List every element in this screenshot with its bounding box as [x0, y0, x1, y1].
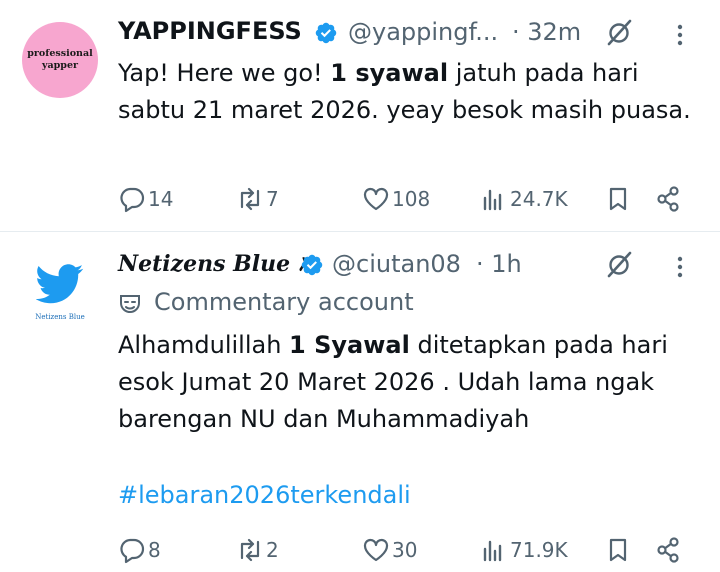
tweet-yappingfess[interactable]: professional yapper YAPPINGFESS @yapping… [0, 0, 720, 232]
reply-button[interactable]: 8 [118, 533, 161, 567]
commentary-label-icon [120, 295, 140, 314]
like-count: 30 [392, 538, 418, 562]
tweet-text: Yap! Here we go! 1 syawal jatuh pada har… [118, 55, 698, 129]
tweet-header: YAPPINGFESS @yappingf... · 32m [118, 13, 720, 53]
bookmark-icon [609, 187, 627, 211]
like-icon [363, 538, 389, 562]
handle[interactable]: @ciutan08 [332, 250, 461, 278]
handle[interactable]: @yappingf... [348, 18, 498, 46]
grok-icon[interactable] [605, 250, 633, 278]
views-icon [483, 540, 502, 562]
reply-button[interactable]: 14 [118, 182, 173, 216]
bookmark-button[interactable] [604, 182, 632, 216]
timestamp[interactable]: · 1h [476, 250, 522, 278]
more-icon[interactable] [676, 255, 684, 279]
bookmark-icon [609, 538, 627, 562]
bookmark-button[interactable] [604, 533, 632, 567]
reply-count: 14 [148, 187, 174, 211]
repost-button[interactable]: 7 [236, 182, 279, 216]
share-button[interactable] [654, 182, 682, 216]
like-button[interactable]: 108 [362, 182, 430, 216]
views-button[interactable]: 71.9K [480, 533, 568, 567]
tweet-header: Netizens Blue ✗ @ciutan08 · 1h [118, 245, 720, 285]
tweet-text-bold: 1 syawal [330, 59, 449, 87]
views-icon [483, 189, 502, 211]
more-icon[interactable] [676, 23, 684, 47]
verified-badge-icon [301, 254, 323, 276]
view-count: 24.7K [510, 187, 568, 211]
share-icon [657, 537, 679, 563]
display-name[interactable]: YAPPINGFESS [118, 17, 302, 45]
avatar-caption: Netizens Blue [35, 313, 85, 321]
commentary-label-text: Commentary account [154, 288, 414, 316]
tweet-text: Alhamdulillah 1 Syawal ditetapkan pada h… [118, 327, 698, 438]
avatar[interactable]: professional yapper [22, 22, 98, 98]
repost-button[interactable]: 2 [236, 533, 279, 567]
reply-icon [120, 187, 145, 213]
like-count: 108 [392, 187, 431, 211]
timestamp[interactable]: · 32m [512, 18, 581, 46]
tweet-text-part: Yap! Here we go! [118, 59, 331, 87]
avatar-text-line1: professional [27, 48, 93, 59]
repost-count: 2 [266, 538, 279, 562]
like-icon [363, 187, 389, 211]
verified-badge-icon [315, 22, 337, 44]
repost-icon [240, 538, 260, 562]
share-button[interactable] [654, 533, 682, 567]
reply-icon [120, 538, 145, 564]
avatar-text-line2: yapper [41, 60, 78, 71]
like-button[interactable]: 30 [362, 533, 417, 567]
reply-count: 8 [148, 538, 161, 562]
view-count: 71.9K [510, 538, 568, 562]
tweet-text-part: Alhamdulillah [118, 331, 290, 359]
display-name-text: Netizens Blue [118, 251, 291, 277]
tweet-text-bold: 1 Syawal [289, 331, 410, 359]
avatar[interactable]: Netizens Blue [22, 257, 98, 333]
share-icon [657, 186, 679, 212]
tweet-netizens-blue[interactable]: Netizens Blue Netizens Blue ✗ @ciutan08 … [0, 233, 720, 572]
views-button[interactable]: 24.7K [480, 182, 568, 216]
bird-logo-icon [36, 264, 84, 304]
repost-count: 7 [266, 187, 279, 211]
display-name[interactable]: Netizens Blue ✗ [118, 251, 314, 277]
tweet-actions: 8 2 30 71.9K [118, 533, 698, 567]
tweet-actions: 14 7 108 24.7K [118, 182, 698, 216]
repost-icon [240, 187, 260, 211]
hashtag-link[interactable]: #lebaran2026terkendali [118, 481, 411, 509]
grok-icon[interactable] [605, 18, 633, 46]
